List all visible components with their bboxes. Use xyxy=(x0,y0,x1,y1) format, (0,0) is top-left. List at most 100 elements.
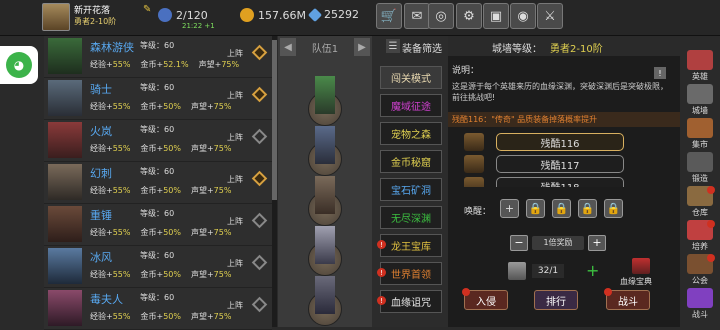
deploy-toggle-icon[interactable] xyxy=(251,254,268,271)
color-wheel-icon[interactable]: ◉ xyxy=(510,3,536,29)
next-team-arrow-icon[interactable]: ▶ xyxy=(354,38,370,56)
add-key-icon[interactable]: + xyxy=(586,262,602,280)
category-button[interactable]: 宠物之森 xyxy=(380,122,442,145)
difficulty-button[interactable]: 残酷117 xyxy=(496,155,624,173)
settings-gear-icon[interactable]: ⚙ xyxy=(456,3,482,29)
fight-button[interactable]: 战斗 xyxy=(604,288,650,310)
deploy-toggle-icon[interactable] xyxy=(251,170,268,187)
difficulty-row[interactable]: 残酷117 xyxy=(464,155,654,173)
hero-row[interactable]: 火岚 等级：60 经验+55% 金币+50% 声望+75% 上阵 xyxy=(44,120,272,162)
info-hint-icon[interactable]: ! xyxy=(654,67,666,79)
alert-badge-icon: ! xyxy=(377,268,386,277)
gem-display: 25292 xyxy=(307,7,359,22)
hero-row[interactable]: 幻刺 等级：60 经验+55% 金币+50% 声望+75% 上阵 xyxy=(44,162,272,204)
deploy-toggle-icon[interactable] xyxy=(251,296,268,313)
hero-level: 等级：60 xyxy=(140,125,175,134)
difficulty-button[interactable]: 残酷116 xyxy=(496,133,624,151)
sword-icon[interactable]: ⚔ xyxy=(537,3,563,29)
equipment-filter-label[interactable]: 装备筛选 xyxy=(402,40,442,55)
category-button[interactable]: ! 龙王宝库 xyxy=(377,234,442,257)
side-menu-market[interactable]: 集市 xyxy=(685,118,715,150)
side-menu-wall[interactable]: 城墙 xyxy=(685,84,715,116)
side-menu-guild[interactable]: 公会 xyxy=(685,254,715,286)
edit-icon[interactable]: ✎ xyxy=(143,4,151,15)
hero-list: 森林游侠 等级：60 经验+55% 金币+52.1% 声望+75% 上阵 骑士 … xyxy=(44,36,272,330)
lock-icon[interactable]: 🔒 xyxy=(604,199,623,218)
category-button[interactable]: 宝石矿洞 xyxy=(380,178,442,201)
deploy-toggle-icon[interactable] xyxy=(251,212,268,229)
filter-menu-icon[interactable]: ☰ xyxy=(386,39,400,53)
side-menu-train[interactable]: 培养 xyxy=(685,220,715,252)
side-menu: 英雄 城墙 集市 锻造 仓库 培养 公会 战斗 xyxy=(680,36,720,327)
shop-cart-icon[interactable]: 🛒 xyxy=(376,3,402,29)
hero-row[interactable]: 毒夫人 等级：60 经验+55% 金币+50% 声望+75% 上阵 xyxy=(44,288,272,330)
invade-button[interactable]: 入侵 xyxy=(462,288,508,310)
hero-level: 等级：60 xyxy=(140,251,175,260)
description-title: 说明： xyxy=(452,66,480,76)
fight-label: 战斗 xyxy=(618,296,638,308)
reward-multiplier-stepper: − 1倍奖励 + xyxy=(510,234,610,251)
hero-deploy-label: 上阵 xyxy=(227,175,243,184)
player-avatar[interactable] xyxy=(42,3,70,31)
side-menu-warehouse[interactable]: 仓库 xyxy=(685,186,715,218)
category-label: 血缘诅咒 xyxy=(391,298,431,309)
side-menu-label: 集市 xyxy=(692,140,708,149)
ranking-button[interactable]: 排行 xyxy=(534,290,578,310)
gift-icon[interactable]: ▣ xyxy=(483,3,509,29)
team-panel: ◀ 队伍1 ▶ xyxy=(278,36,372,327)
wechat-button[interactable]: ◕ xyxy=(0,46,38,84)
difficulty-row[interactable]: 残酷118 xyxy=(464,177,654,187)
hero-row[interactable]: 森林游侠 等级：60 经验+55% 金币+52.1% 声望+75% 上阵 xyxy=(44,36,272,78)
hero-row[interactable]: 冰风 等级：60 经验+55% 金币+50% 声望+75% 上阵 xyxy=(44,246,272,288)
difficulty-button[interactable]: 残酷118 xyxy=(496,177,624,187)
hero-level: 等级：60 xyxy=(140,83,175,92)
description: 说明： 这是源于每个英雄来历的血缘深渊，突破深渊后是突破极限，前往挑战吧! xyxy=(452,66,672,103)
hero-exp: 经验+55% xyxy=(90,312,131,321)
category-button[interactable]: ! 世界首领 xyxy=(377,262,442,285)
hero-name: 森林游侠 xyxy=(90,41,134,54)
side-menu-battle[interactable]: 战斗 xyxy=(685,288,715,320)
lock-icon[interactable]: 🔒 xyxy=(552,199,571,218)
category-button[interactable]: 无尽深渊 xyxy=(380,206,442,229)
castle-wall-icon xyxy=(687,84,713,104)
difficulty-emblem-icon xyxy=(464,177,484,187)
hero-exp: 经验+55% xyxy=(90,270,131,279)
hero-row[interactable]: 骑士 等级：60 经验+55% 金币+50% 声望+75% 上阵 xyxy=(44,78,272,120)
category-button[interactable]: 闯关模式 xyxy=(380,66,442,89)
invade-label: 入侵 xyxy=(476,296,496,308)
gamepad-icon[interactable]: ◎ xyxy=(428,3,454,29)
lock-icon[interactable]: 🔒 xyxy=(578,199,597,218)
side-menu-forge[interactable]: 锻造 xyxy=(685,152,715,184)
hero-list-scrollbar[interactable] xyxy=(272,36,277,327)
hero-row[interactable]: 重锤 等级：60 经验+55% 金币+50% 声望+75% 上阵 xyxy=(44,204,272,246)
stamina-value: 2/120 xyxy=(176,8,208,22)
add-wake-button[interactable]: + xyxy=(500,199,519,218)
alert-badge-icon xyxy=(604,288,612,296)
gem-value: 25292 xyxy=(324,8,359,21)
lock-icon[interactable]: 🔒 xyxy=(526,199,545,218)
category-button[interactable]: 魔域征途 xyxy=(380,94,442,117)
deploy-toggle-icon[interactable] xyxy=(251,86,268,103)
stamina-icon xyxy=(158,8,172,22)
mail-icon[interactable]: ✉ xyxy=(404,3,430,29)
team-unit-sprite xyxy=(315,226,335,264)
decrease-multiplier-button[interactable]: − xyxy=(510,234,528,251)
difficulty-emblem-icon xyxy=(464,133,484,151)
hero-gold: 金币+52.1% xyxy=(140,60,189,69)
category-button[interactable]: 金币秘窟 xyxy=(380,150,442,173)
team-unit-sprite xyxy=(315,76,335,114)
side-menu-label: 锻造 xyxy=(692,174,708,183)
mode-category-list: 闯关模式 魔域征途 宠物之森 金币秘窟 宝石矿洞 无尽深渊 ! 龙王宝库 ! 世界首… xyxy=(372,36,448,327)
wake-label: 唤醒： xyxy=(464,207,492,217)
prev-team-arrow-icon[interactable]: ◀ xyxy=(280,38,296,56)
side-menu-heroes[interactable]: 英雄 xyxy=(685,50,715,82)
scrollbar-thumb[interactable] xyxy=(272,40,277,200)
stamina-display: 2/120 xyxy=(158,8,208,22)
team-unit-sprite xyxy=(315,126,335,164)
deploy-toggle-icon[interactable] xyxy=(251,44,268,61)
deploy-toggle-icon[interactable] xyxy=(251,128,268,145)
category-button[interactable]: ! 血缘诅咒 xyxy=(377,290,442,313)
wall-level-label: 城墙等级： xyxy=(492,44,542,55)
increase-multiplier-button[interactable]: + xyxy=(588,234,606,251)
difficulty-row[interactable]: 残酷116 xyxy=(464,133,654,151)
